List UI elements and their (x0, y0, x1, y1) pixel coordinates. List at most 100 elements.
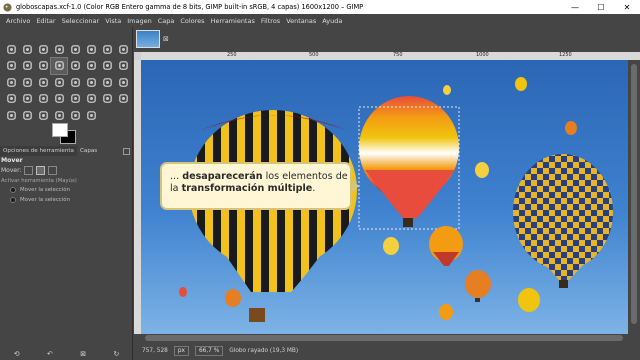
close-image-icon[interactable]: ⊠ (163, 35, 169, 43)
vertical-ruler[interactable] (134, 60, 141, 334)
pencil-icon[interactable] (35, 91, 51, 108)
callout-text-post: . (312, 183, 316, 194)
crop-icon[interactable] (83, 58, 99, 75)
toggle-label: Activar herramienta (Mayús) (1, 178, 77, 184)
cage-icon[interactable] (83, 74, 99, 91)
restore-button[interactable]: ↶ (47, 350, 53, 358)
text-icon[interactable] (115, 74, 131, 91)
perspective-clone-icon[interactable] (19, 107, 35, 124)
delete-button[interactable]: ⊠ (80, 350, 86, 358)
menu-editar[interactable]: Editar (33, 17, 58, 25)
menu-ventanas[interactable]: Ventanas (283, 17, 319, 25)
ellipse-select-icon[interactable] (19, 41, 35, 58)
ink-icon[interactable] (99, 91, 115, 108)
rotate-icon[interactable] (99, 58, 115, 75)
menu-ayuda[interactable]: Ayuda (319, 17, 345, 25)
menu-colores[interactable]: Colores (177, 17, 207, 25)
close-button[interactable]: ✕ (614, 0, 640, 14)
shear-icon[interactable] (3, 74, 19, 91)
radio-option-2[interactable]: Mover la selección (10, 197, 70, 203)
blur-icon[interactable] (51, 107, 67, 124)
radio-dot-2[interactable] (10, 197, 16, 203)
airbrush-icon[interactable] (83, 91, 99, 108)
scissors-icon[interactable] (67, 41, 83, 58)
measure-icon[interactable] (35, 58, 51, 75)
handle-transform-icon[interactable] (51, 74, 67, 91)
reset-button[interactable]: ⟲ (14, 350, 20, 358)
perspective-icon[interactable] (19, 74, 35, 91)
menu-vista[interactable]: Vista (102, 17, 124, 25)
move-icon[interactable] (50, 56, 68, 75)
paintbrush-icon[interactable] (51, 91, 67, 108)
paths-icon[interactable] (115, 41, 131, 58)
window-title: globoscapas.xcf-1.0 (Color RGB Entero ga… (16, 3, 364, 11)
reset-all-button[interactable]: ↻ (113, 350, 119, 358)
move-layer-icon[interactable] (24, 166, 34, 175)
color-picker-icon[interactable] (3, 58, 19, 75)
radio-dot-1[interactable] (10, 187, 16, 193)
callout-text-pre: ... (170, 171, 183, 182)
ruler-corner[interactable] (134, 52, 141, 60)
dodge-burn-icon[interactable] (83, 107, 99, 124)
ruler-tick: 500 (309, 52, 319, 58)
flip-icon[interactable] (67, 74, 83, 91)
ruler-tick: 1250 (559, 52, 572, 58)
unified-transform-icon[interactable] (35, 74, 51, 91)
color-swatches[interactable] (52, 123, 80, 147)
clone-icon[interactable] (3, 107, 19, 124)
dock-menu-button[interactable] (123, 147, 130, 155)
image-thumbnail[interactable] (136, 30, 160, 48)
menu-archivo[interactable]: Archivo (3, 17, 33, 25)
foreground-color[interactable] (52, 123, 68, 137)
lasso-icon[interactable] (35, 41, 51, 58)
move-path-icon[interactable] (48, 166, 58, 175)
move-selection-icon[interactable] (36, 166, 46, 175)
eraser-icon[interactable] (67, 91, 83, 108)
foreground-select-icon[interactable] (83, 41, 99, 58)
tab-layers[interactable]: Capas (77, 146, 100, 156)
zoom-icon[interactable] (19, 58, 35, 75)
heal-icon[interactable] (35, 107, 51, 124)
horizontal-scrollbar[interactable] (141, 334, 628, 342)
callout-bold-2: transformación múltiple (181, 183, 313, 194)
striped-balloon (189, 110, 357, 322)
menu-filtros[interactable]: Filtros (258, 17, 283, 25)
zoom-select[interactable]: 66,7 % (194, 346, 224, 356)
maximize-button[interactable]: ☐ (588, 0, 614, 14)
move-mode-row: Mover: (1, 166, 58, 175)
rect-select-icon[interactable] (3, 41, 19, 58)
rainbow-balloon (358, 96, 460, 230)
smudge-icon[interactable] (67, 107, 83, 124)
fuzzy-select-icon[interactable] (51, 41, 67, 58)
radio-option-1[interactable]: Mover la selección (10, 187, 70, 193)
tutorial-callout: ... desaparecerán los elementos de la tr… (160, 162, 359, 210)
horizontal-ruler[interactable]: 250 500 750 1000 1250 (141, 52, 640, 60)
toolbox-bottom-bar: ⟲ ↶ ⊠ ↻ (0, 348, 133, 360)
callout-tail (350, 178, 359, 194)
vertical-scroll-thumb[interactable] (631, 64, 637, 324)
unit-select[interactable]: px (173, 346, 189, 356)
tab-layers-label: Capas (79, 148, 98, 154)
menu-capa[interactable]: Capa (155, 17, 178, 25)
scale-icon[interactable] (115, 58, 131, 75)
mypaint-brush-icon[interactable] (115, 91, 131, 108)
dock-tabs: Opciones de herramienta Capas (0, 146, 133, 156)
minimize-button[interactable]: — (562, 0, 588, 14)
radio-label-2: Mover la selección (20, 197, 70, 203)
gradient-icon[interactable] (19, 91, 35, 108)
toolbox: Opciones de herramienta Capas Mover Move… (0, 27, 133, 360)
tab-tool-options[interactable]: Opciones de herramienta (0, 146, 77, 156)
bucket-fill-icon[interactable] (3, 91, 19, 108)
align-icon[interactable] (67, 58, 83, 75)
title-bar: globoscapas.xcf-1.0 (Color RGB Entero ga… (0, 0, 640, 14)
horizontal-scroll-thumb[interactable] (145, 335, 623, 341)
menu-seleccionar[interactable]: Seleccionar (59, 17, 103, 25)
checkered-balloon (513, 154, 613, 288)
warp-icon[interactable] (99, 74, 115, 91)
image-tabs: ⊠ (134, 27, 640, 52)
menu-herramientas[interactable]: Herramientas (208, 17, 258, 25)
vertical-scrollbar[interactable] (628, 60, 640, 334)
color-select-icon[interactable] (99, 41, 115, 58)
status-info: Globo rayado (19,3 MB) (229, 348, 299, 354)
menu-imagen[interactable]: Imagen (124, 17, 154, 25)
